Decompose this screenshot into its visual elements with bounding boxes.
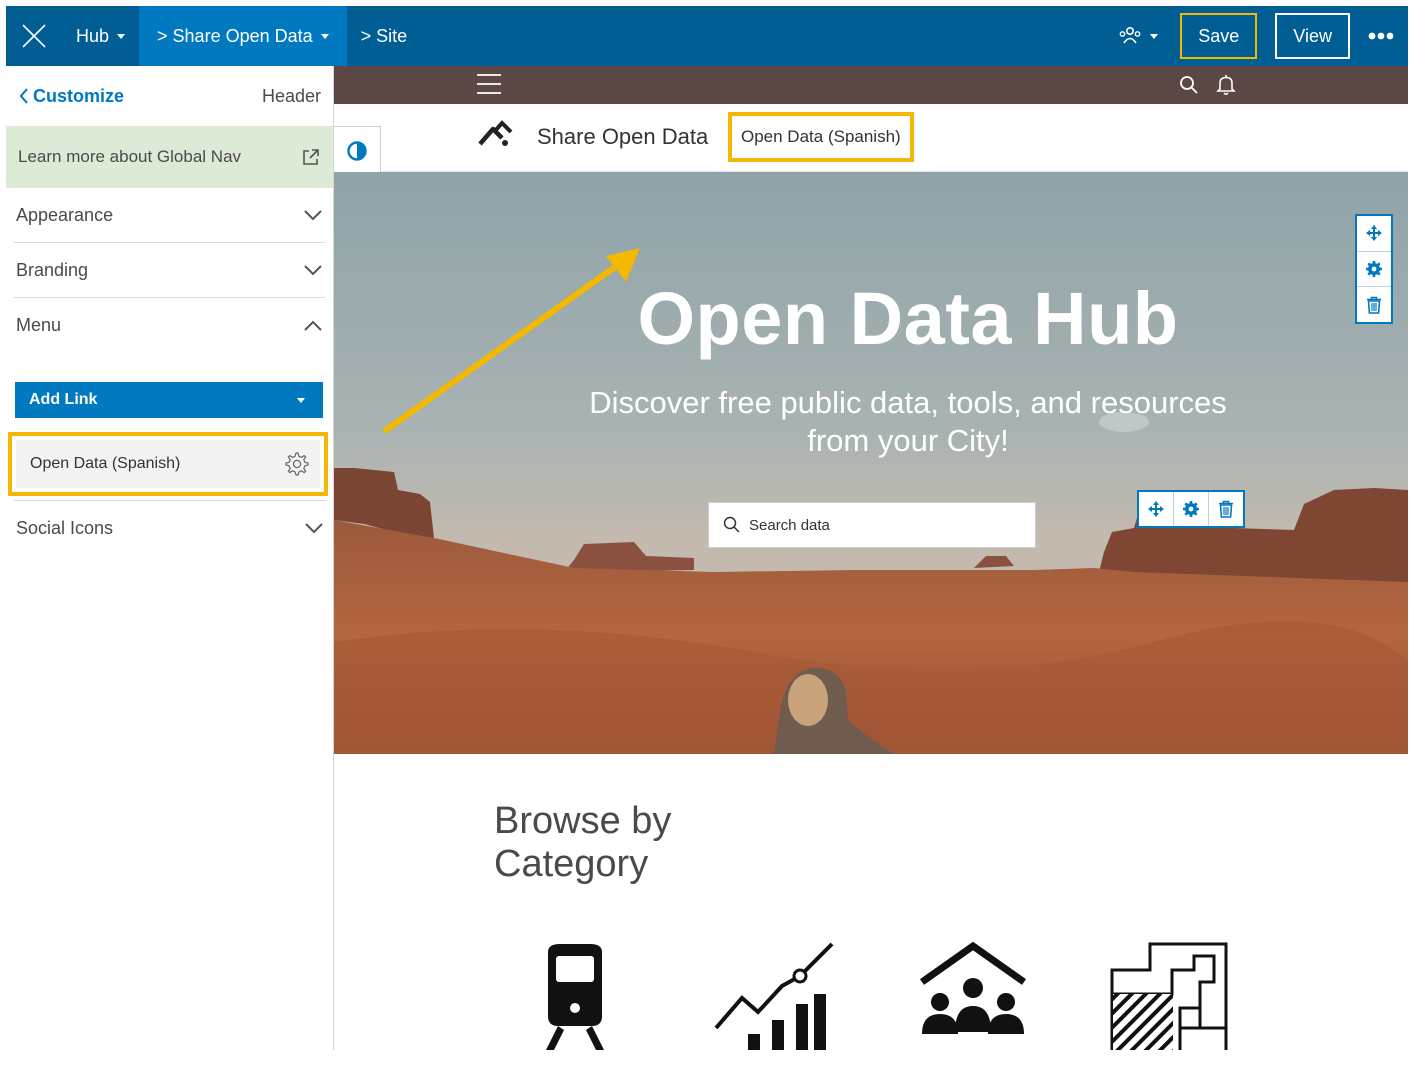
site-title[interactable]: Share Open Data — [537, 124, 708, 150]
panel-section-title: Header — [261, 85, 321, 106]
trash-icon — [1367, 296, 1381, 314]
more-button[interactable] — [1368, 32, 1394, 40]
annotation-arrow-icon — [383, 248, 640, 433]
save-button[interactable]: Save — [1180, 13, 1258, 59]
search-placeholder: Search data — [749, 516, 830, 534]
chevron-down-icon — [305, 523, 323, 534]
chevron-down-icon — [117, 33, 126, 39]
browse-category-title: Browse by Category — [494, 800, 671, 886]
chevron-left-icon — [19, 88, 28, 104]
hamburger-icon[interactable] — [476, 73, 502, 95]
land-parcel-category-icon[interactable] — [1110, 942, 1230, 1050]
site-breadcrumb-menu[interactable]: > Share Open Data — [139, 6, 347, 66]
gear-icon — [1366, 261, 1382, 277]
card-settings-button[interactable] — [1174, 492, 1209, 526]
top-bar: Hub > Share Open Data > Site Save View — [6, 6, 1408, 66]
bell-icon[interactable] — [1216, 74, 1236, 96]
move-row-button[interactable] — [1357, 216, 1391, 252]
chevron-down-icon — [304, 210, 322, 221]
move-icon — [1148, 501, 1164, 517]
site-preview: Share Open Data Open Data (Spanish) Open… — [334, 66, 1408, 1050]
search-data-input[interactable]: Search data — [708, 502, 1036, 548]
hub-menu[interactable]: Hub — [62, 6, 139, 66]
site-menu-link[interactable]: Open Data (Spanish) — [728, 112, 914, 162]
social-icons-section-toggle[interactable]: Social Icons — [14, 500, 326, 555]
move-icon — [1366, 225, 1382, 242]
site-breadcrumb-link[interactable]: > Site — [347, 6, 422, 66]
chevron-down-icon — [304, 265, 322, 276]
notice-text: Learn more about Global Nav — [18, 147, 242, 166]
gear-icon — [1183, 501, 1199, 517]
branding-section-toggle[interactable]: Branding — [14, 243, 325, 298]
delete-card-button[interactable] — [1209, 492, 1243, 526]
add-link-button[interactable]: Add Link — [15, 382, 323, 418]
add-link-label: Add Link — [29, 391, 98, 408]
browse-title-line-1: Browse by — [494, 800, 672, 842]
chevron-down-icon — [320, 33, 329, 39]
hub-menu-label: Hub — [76, 25, 110, 46]
close-button[interactable] — [6, 6, 62, 66]
customize-panel: Customize Header Learn more about Global… — [6, 66, 334, 1050]
chevron-down-icon — [1150, 33, 1159, 39]
social-icons-label: Social Icons — [16, 517, 114, 538]
row-controls — [1355, 214, 1393, 324]
trash-icon — [1219, 500, 1233, 518]
site-logo-icon — [478, 120, 513, 146]
external-link-icon — [303, 149, 319, 165]
people-menu[interactable] — [1118, 25, 1159, 47]
panel-header: Customize Header — [6, 66, 333, 126]
chevron-up-icon — [304, 320, 322, 331]
move-card-button[interactable] — [1139, 492, 1174, 526]
topbar-actions: Save View — [1118, 6, 1408, 66]
transit-category-icon[interactable] — [534, 942, 616, 1050]
search-icon — [723, 516, 740, 533]
gear-icon[interactable] — [282, 450, 310, 478]
view-label: View — [1293, 25, 1332, 46]
app-window: Hub > Share Open Data > Site Save View C… — [6, 6, 1408, 1050]
menu-link-item[interactable]: Open Data (Spanish) — [16, 440, 320, 488]
community-category-icon[interactable] — [918, 942, 1028, 1042]
global-nav-notice[interactable]: Learn more about Global Nav — [6, 126, 333, 188]
appearance-section-toggle[interactable]: Appearance — [14, 188, 325, 243]
close-icon — [22, 24, 46, 48]
site-link-label: > Site — [360, 25, 408, 46]
save-label: Save — [1198, 25, 1240, 46]
back-label: Customize — [33, 85, 125, 106]
view-button[interactable]: View — [1275, 13, 1350, 59]
card-controls — [1137, 490, 1245, 528]
economy-category-icon[interactable] — [714, 942, 838, 1050]
search-icon[interactable] — [1179, 75, 1199, 95]
branding-label: Branding — [16, 259, 89, 280]
chevron-down-icon — [297, 397, 305, 403]
contrast-toggle-button[interactable] — [334, 126, 381, 176]
browse-title-line-2: Category — [494, 843, 649, 885]
people-icon — [1119, 26, 1141, 44]
back-to-customize-link[interactable]: Customize — [18, 86, 124, 107]
more-icon — [1368, 32, 1394, 40]
site-header: Share Open Data Open Data (Spanish) — [334, 104, 1408, 172]
row-settings-button[interactable] — [1357, 252, 1391, 288]
menu-label: Menu — [16, 315, 62, 335]
global-nav-bar — [334, 66, 1408, 104]
menu-link-highlight: Open Data (Spanish) — [8, 432, 328, 496]
delete-row-button[interactable] — [1357, 287, 1391, 322]
menu-link-label: Open Data (Spanish) — [30, 455, 181, 472]
site-breadcrumb-label: > Share Open Data — [157, 25, 313, 46]
site-menu-link-label: Open Data (Spanish) — [741, 127, 901, 146]
contrast-icon — [347, 141, 367, 161]
menu-section-toggle[interactable]: Menu — [14, 298, 325, 353]
appearance-label: Appearance — [16, 204, 114, 225]
